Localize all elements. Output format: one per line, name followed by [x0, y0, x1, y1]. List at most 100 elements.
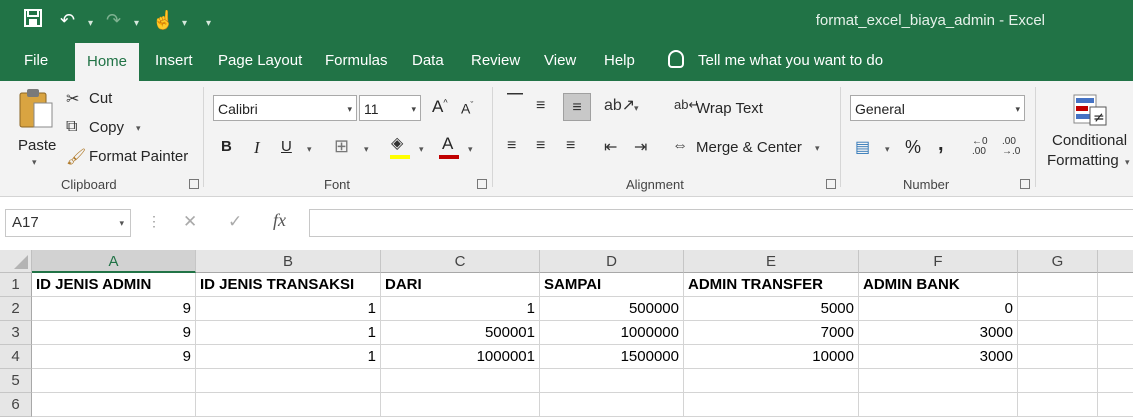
cell-f3[interactable]: 3000 [859, 321, 1018, 345]
column-header-e[interactable]: E [684, 250, 859, 273]
orientation-icon[interactable]: ab↗ [604, 95, 635, 115]
touch-dropdown-icon[interactable]: ▾ [182, 13, 187, 35]
merge-center-button[interactable]: Merge & Center [696, 139, 802, 156]
customize-toolbar-icon[interactable]: ▾ [206, 13, 211, 35]
conditional-formatting-icon[interactable]: ≠ [1072, 93, 1108, 127]
cell-f1[interactable]: ADMIN BANK [859, 273, 1018, 297]
cell-c3[interactable]: 500001 [381, 321, 540, 345]
increase-decimal-icon[interactable]: ←0.00 [972, 137, 988, 157]
italic-button[interactable]: I [254, 138, 260, 158]
tab-home[interactable]: Home [75, 43, 140, 81]
cell-d6[interactable] [540, 393, 684, 417]
cell-b4[interactable]: 1 [196, 345, 381, 369]
cell-a5[interactable] [32, 369, 196, 393]
cell-b3[interactable]: 1 [196, 321, 381, 345]
cell-g4[interactable] [1018, 345, 1098, 369]
name-box[interactable]: A17 ▾ [5, 209, 131, 237]
percent-button[interactable]: % [905, 137, 921, 158]
number-launcher-icon[interactable] [1020, 179, 1030, 189]
cell-h3[interactable] [1098, 321, 1133, 345]
bold-button[interactable]: B [221, 138, 232, 155]
font-name-combo[interactable]: Calibri ▾ [213, 95, 357, 121]
merge-dropdown-icon[interactable]: ▾ [815, 143, 820, 154]
cell-d1[interactable]: SAMPAI [540, 273, 684, 297]
formula-input[interactable] [309, 209, 1133, 237]
decrease-indent-icon[interactable]: ⇤ [604, 137, 617, 157]
increase-indent-icon[interactable]: ⇥ [634, 137, 647, 157]
cell-e1[interactable]: ADMIN TRANSFER [684, 273, 859, 297]
align-middle-icon[interactable]: ≡ [536, 97, 545, 115]
tab-page-layout[interactable]: Page Layout [218, 41, 302, 81]
cell-b6[interactable] [196, 393, 381, 417]
conditional-formatting-dropdown-icon[interactable]: ▾ [1125, 157, 1130, 168]
cell-g6[interactable] [1018, 393, 1098, 417]
cell-e4[interactable]: 10000 [684, 345, 859, 369]
cell-f6[interactable] [859, 393, 1018, 417]
tab-help[interactable]: Help [604, 41, 635, 81]
tab-file[interactable]: File [24, 41, 48, 81]
cell-h6[interactable] [1098, 393, 1133, 417]
save-icon[interactable] [24, 9, 42, 32]
cell-c5[interactable] [381, 369, 540, 393]
cell-d5[interactable] [540, 369, 684, 393]
font-size-combo[interactable]: 11 ▾ [359, 95, 421, 121]
cell-h4[interactable] [1098, 345, 1133, 369]
cell-e3[interactable]: 7000 [684, 321, 859, 345]
align-left-icon[interactable]: ≡ [507, 137, 516, 155]
cell-f5[interactable] [859, 369, 1018, 393]
tab-insert[interactable]: Insert [155, 41, 193, 81]
shrink-font-button[interactable]: Aˇ [461, 100, 473, 117]
accounting-format-icon[interactable]: ▤ [855, 137, 870, 157]
cut-button[interactable]: Cut [89, 90, 112, 107]
select-all-corner[interactable] [0, 250, 32, 273]
align-top-icon[interactable]: ⎺ [507, 93, 523, 111]
redo-dropdown-icon[interactable]: ▾ [134, 13, 139, 35]
column-header-b[interactable]: B [196, 250, 381, 273]
underline-dropdown-icon[interactable]: ▾ [307, 144, 312, 155]
comma-button[interactable]: , [938, 133, 944, 156]
cell-b1[interactable]: ID JENIS TRANSAKSI [196, 273, 381, 297]
align-center-icon[interactable]: ≡ [536, 137, 545, 155]
cell-c1[interactable]: DARI [381, 273, 540, 297]
cell-b2[interactable]: 1 [196, 297, 381, 321]
cell-c2[interactable]: 1 [381, 297, 540, 321]
borders-icon[interactable]: ⊞ [334, 136, 349, 157]
cell-g2[interactable] [1018, 297, 1098, 321]
cell-a2[interactable]: 9 [32, 297, 196, 321]
redo-icon[interactable]: ↷ [106, 9, 121, 31]
row-header-2[interactable]: 2 [0, 297, 32, 321]
conditional-formatting-label-2[interactable]: Formatting [1047, 152, 1119, 169]
alignment-launcher-icon[interactable] [826, 179, 836, 189]
font-color-icon[interactable]: A [442, 134, 453, 154]
fill-color-dropdown-icon[interactable]: ▾ [419, 144, 424, 155]
clipboard-launcher-icon[interactable] [189, 179, 199, 189]
cell-c6[interactable] [381, 393, 540, 417]
underline-button[interactable]: U [281, 138, 292, 155]
column-header-h[interactable] [1098, 250, 1133, 273]
name-box-dropdown-icon[interactable]: ▾ [119, 210, 124, 236]
enter-entry-icon[interactable]: ✓ [228, 212, 242, 232]
cell-d3[interactable]: 1000000 [540, 321, 684, 345]
row-header-4[interactable]: 4 [0, 345, 32, 369]
cell-g5[interactable] [1018, 369, 1098, 393]
cell-g3[interactable] [1018, 321, 1098, 345]
cell-f2[interactable]: 0 [859, 297, 1018, 321]
align-bottom-icon[interactable]: ≡ [563, 93, 591, 121]
column-header-g[interactable]: G [1018, 250, 1098, 273]
font-launcher-icon[interactable] [477, 179, 487, 189]
cell-a1[interactable]: ID JENIS ADMIN [32, 273, 196, 297]
cell-a3[interactable]: 9 [32, 321, 196, 345]
paste-button[interactable]: Paste ▾ [12, 87, 60, 167]
cell-f4[interactable]: 3000 [859, 345, 1018, 369]
cell-c4[interactable]: 1000001 [381, 345, 540, 369]
number-format-combo[interactable]: General ▾ [850, 95, 1025, 121]
cell-e5[interactable] [684, 369, 859, 393]
cell-h1[interactable] [1098, 273, 1133, 297]
format-painter-button[interactable]: Format Painter [89, 148, 188, 165]
align-right-icon[interactable]: ≡ [566, 137, 575, 155]
tab-data[interactable]: Data [412, 41, 444, 81]
cell-a6[interactable] [32, 393, 196, 417]
conditional-formatting-label-1[interactable]: Conditional [1052, 132, 1127, 149]
fill-color-icon[interactable]: ◈ [391, 133, 403, 153]
cancel-entry-icon[interactable]: ✕ [183, 212, 197, 232]
